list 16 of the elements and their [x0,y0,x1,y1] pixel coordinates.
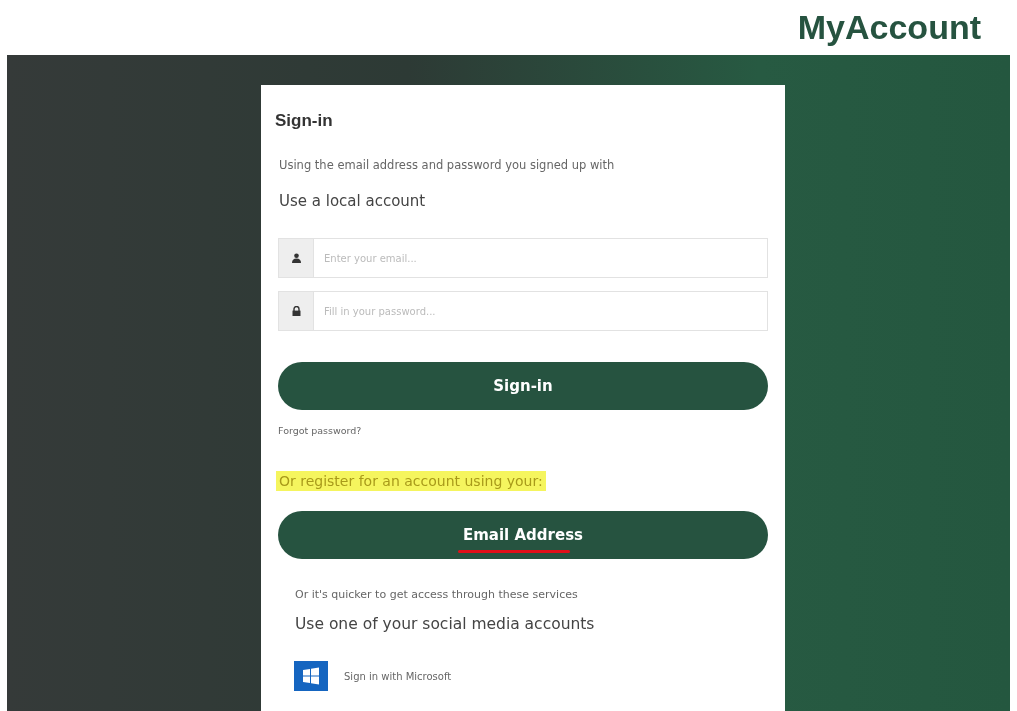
lock-icon [291,306,301,316]
card-title: Sign-in [275,111,333,131]
email-field[interactable]: Enter your email... [314,238,768,278]
register-prompt: Or register for an account using your: [276,471,546,491]
forgot-password-link[interactable]: Forgot password? [278,425,362,436]
password-field[interactable]: Fill in your password... [314,291,768,331]
social-sign-in-button[interactable]: Sign in with Microsoft [294,661,452,691]
brand-title: MyAccount [797,8,981,47]
subtitle-text: Using the email address and password you signed up with [279,158,615,172]
email-address-button[interactable]: Email Address [278,511,768,559]
social-heading: Use one of your social media accounts [295,615,595,633]
windows-logo-icon [294,661,328,691]
section-heading: Use a local account [279,192,426,210]
user-icon [291,253,301,263]
sign-in-button[interactable]: Sign-in [278,362,768,410]
services-note: Or it's quicker to get access through these services [295,588,578,601]
